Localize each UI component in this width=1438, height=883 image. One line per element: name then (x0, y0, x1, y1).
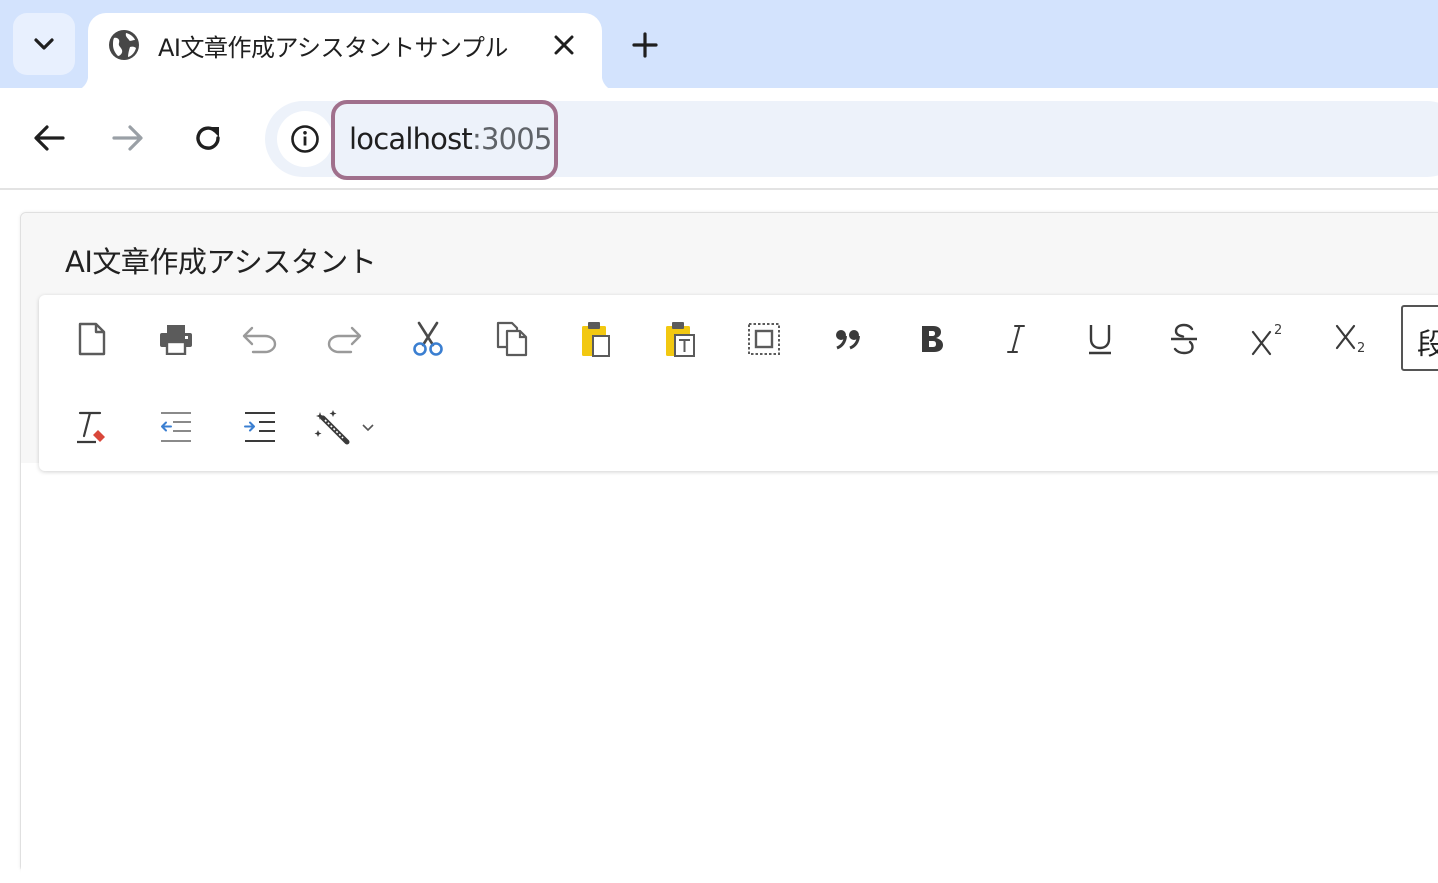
back-button[interactable] (27, 116, 71, 160)
tab-title: AI文章作成アシスタントサンプル (158, 34, 508, 62)
site-info-button[interactable] (277, 111, 333, 167)
format-dropdown-label: 段 (1417, 321, 1438, 363)
paste-text-icon (666, 322, 695, 357)
reload-icon (196, 126, 220, 150)
url-host: localhost (349, 122, 473, 156)
subscript-button[interactable]: 2 (1322, 309, 1382, 369)
undo-button[interactable] (230, 309, 290, 369)
italic-icon (1007, 325, 1025, 353)
select-all-button[interactable] (734, 309, 794, 369)
editor-content-area[interactable] (21, 483, 1438, 883)
scissors-icon (413, 321, 443, 356)
bold-icon (922, 326, 943, 352)
outdent-icon (161, 412, 191, 442)
url-port: :3005 (471, 122, 552, 156)
format-dropdown[interactable]: 段 (1401, 305, 1438, 371)
tab-search-button[interactable] (13, 13, 75, 75)
page-content: AI文章作成アシスタント 2 2 (0, 192, 1438, 883)
indent-button[interactable] (230, 397, 290, 457)
redo-icon (327, 326, 362, 354)
blockquote-button[interactable] (818, 309, 878, 369)
outdent-button[interactable] (146, 397, 206, 457)
underline-icon (1089, 325, 1111, 355)
undo-icon (242, 326, 277, 354)
quote-icon (836, 330, 860, 350)
underline-button[interactable] (1070, 309, 1130, 369)
chevron-down-icon (34, 38, 54, 50)
subscript-icon: 2 (1335, 324, 1365, 356)
close-tab-button[interactable] (550, 31, 578, 59)
address-bar[interactable]: localhost:3005 (265, 100, 1438, 180)
svg-text:2: 2 (1274, 323, 1282, 338)
strikethrough-icon (1171, 323, 1197, 355)
svg-text:2: 2 (1357, 341, 1365, 356)
editor-card: AI文章作成アシスタント 2 2 (20, 212, 1438, 883)
reload-button[interactable] (186, 116, 230, 160)
select-all-icon (748, 323, 780, 355)
new-document-icon (78, 322, 106, 356)
copy-button[interactable] (482, 309, 542, 369)
copy-icon (496, 321, 528, 357)
clear-format-button[interactable] (62, 397, 122, 457)
superscript-button[interactable]: 2 (1238, 309, 1298, 369)
new-tab-button[interactable] (626, 26, 664, 64)
url-text[interactable]: localhost:3005 (349, 122, 552, 156)
magic-wand-icon (314, 410, 350, 445)
close-icon (554, 35, 574, 55)
indent-icon (244, 412, 275, 442)
info-icon (291, 125, 319, 153)
url-highlight[interactable]: localhost:3005 (331, 100, 558, 180)
arrow-right-icon (112, 125, 143, 151)
paste-icon (582, 322, 610, 357)
rich-text-toolbar: 2 2 段 (39, 295, 1438, 471)
redo-button[interactable] (314, 309, 374, 369)
italic-button[interactable] (986, 309, 1046, 369)
plus-icon (632, 32, 658, 58)
cut-button[interactable] (398, 309, 458, 369)
new-document-button[interactable] (62, 309, 122, 369)
page-title: AI文章作成アシスタント (65, 245, 377, 279)
printer-icon (160, 325, 192, 355)
browser-tab[interactable]: AI文章作成アシスタントサンプル (72, 13, 618, 91)
chevron-down-icon (362, 424, 374, 432)
print-button[interactable] (146, 309, 206, 369)
paste-as-text-button[interactable] (650, 309, 710, 369)
bold-button[interactable] (902, 309, 962, 369)
forward-button[interactable] (106, 116, 150, 160)
superscript-icon: 2 (1251, 323, 1282, 356)
arrow-left-icon (34, 125, 65, 151)
strikethrough-button[interactable] (1154, 309, 1214, 369)
eraser-icon (77, 411, 105, 444)
paste-button[interactable] (566, 309, 626, 369)
globe-icon (108, 29, 140, 61)
ai-assistant-dropdown[interactable] (304, 397, 384, 457)
tab-strip: AI文章作成アシスタントサンプル (0, 0, 1438, 91)
browser-toolbar: localhost:3005 (0, 88, 1438, 190)
